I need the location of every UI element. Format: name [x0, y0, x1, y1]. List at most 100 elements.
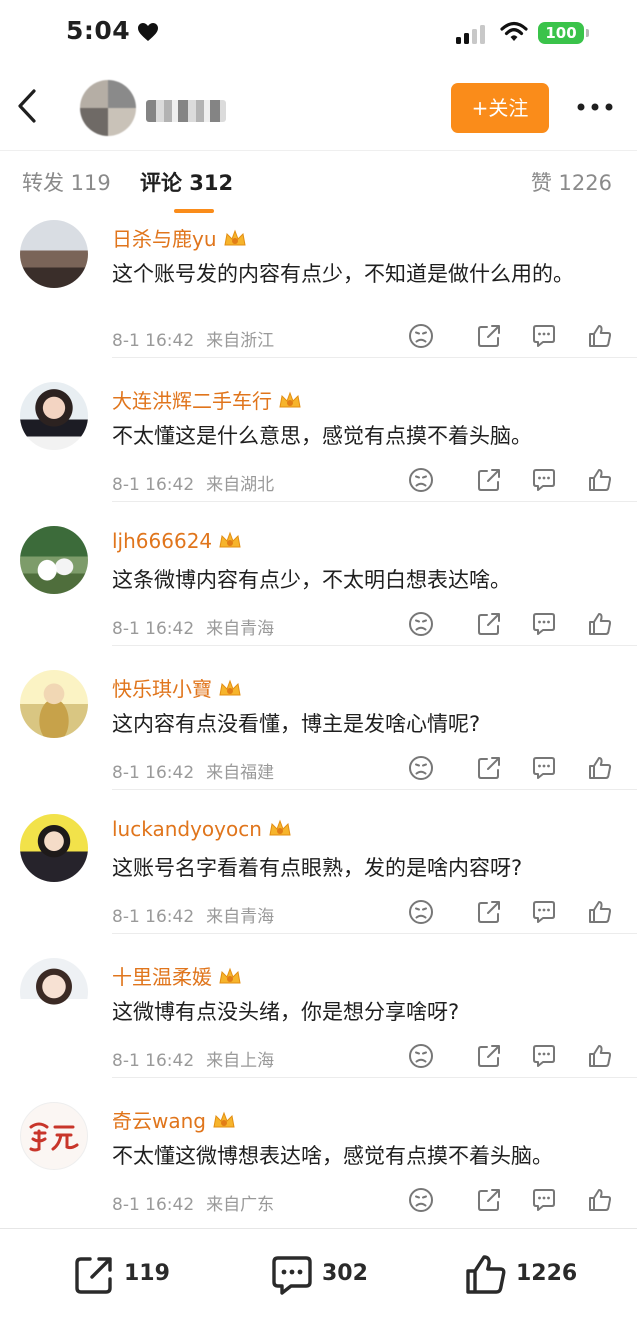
- bottom-action-bar: 119 302 1226: [0, 1228, 637, 1331]
- comment-text: 这个账号发的内容有点少，不知道是做什么用的。: [112, 262, 574, 286]
- repost-count: 119: [124, 1261, 170, 1286]
- vip-crown-icon: [279, 391, 301, 408]
- comment-meta: 8-1 16:42 来自上海: [112, 1046, 274, 1071]
- share-icon[interactable]: [476, 899, 502, 925]
- comment-time: 8-1 16:42: [112, 1051, 195, 1071]
- comment-list[interactable]: 日杀与鹿yu 这个账号发的内容有点少，不知道是做什么用的。 8-1 16:42 来…: [0, 214, 637, 1228]
- dislike-face-icon[interactable]: [408, 467, 434, 493]
- commenter-name[interactable]: 十里温柔媛: [112, 961, 242, 990]
- commenter-avatar[interactable]: [20, 958, 88, 1026]
- comment-icon: [272, 1256, 312, 1295]
- more-icon[interactable]: [575, 92, 615, 122]
- battery-nub: [586, 29, 589, 37]
- share-icon[interactable]: [476, 467, 502, 493]
- comment-location: 来自福建: [206, 763, 275, 783]
- share-icon[interactable]: [476, 1043, 502, 1069]
- comment-text: 这条微博内容有点少，不太明白想表达啥。: [112, 568, 511, 592]
- comment-meta: 8-1 16:42 来自湖北: [112, 470, 274, 495]
- comment-item: 奇云wang 不太懂这微博想表达啥，感觉有点摸不着头脑。 8-1 16:42 来自…: [0, 1078, 637, 1222]
- commenter-name[interactable]: 日杀与鹿yu: [112, 223, 247, 252]
- status-bar: 5:04 100: [0, 0, 637, 66]
- share-icon[interactable]: [476, 611, 502, 637]
- comment-time: 8-1 16:42: [112, 763, 195, 783]
- thumbs-up-icon: [466, 1255, 506, 1294]
- post-tabs: 转发 119 评论 312 赞 1226: [0, 150, 637, 214]
- comment-meta: 8-1 16:42 来自浙江: [112, 326, 274, 351]
- battery-icon: 100: [538, 22, 584, 44]
- status-time: 5:04: [66, 16, 131, 45]
- comment-meta: 8-1 16:42 来自广东: [112, 1190, 274, 1215]
- vip-crown-icon: [219, 531, 241, 548]
- tab-repost[interactable]: 转发 119: [22, 167, 111, 197]
- vip-crown-icon: [223, 229, 246, 246]
- commenter-avatar[interactable]: [20, 220, 88, 288]
- dislike-face-icon[interactable]: [408, 1043, 434, 1069]
- comment-item: 快乐琪小寶 这内容有点没看懂，博主是发啥心情呢? 8-1 16:42 来自福建: [0, 646, 637, 790]
- follow-button[interactable]: +关注: [451, 83, 549, 133]
- reply-icon[interactable]: [531, 1187, 557, 1213]
- comment-location: 来自浙江: [206, 331, 275, 351]
- reply-icon[interactable]: [531, 323, 557, 349]
- commenter-avatar[interactable]: [20, 1102, 88, 1170]
- commenter-avatar[interactable]: [20, 670, 88, 738]
- author-name-redacted[interactable]: [146, 100, 226, 122]
- comment-time: 8-1 16:42: [112, 475, 195, 495]
- comment-time: 8-1 16:42: [112, 907, 195, 927]
- author-avatar[interactable]: [80, 80, 136, 136]
- reply-icon[interactable]: [531, 467, 557, 493]
- back-icon[interactable]: [10, 86, 44, 126]
- commenter-avatar[interactable]: [20, 814, 88, 882]
- seal-logo-icon: [29, 1122, 79, 1152]
- like-icon[interactable]: [587, 611, 613, 637]
- heart-icon: [138, 23, 158, 41]
- cellular-signal-icon: [456, 25, 485, 44]
- like-icon[interactable]: [587, 755, 613, 781]
- comment-meta: 8-1 16:42 来自青海: [112, 614, 274, 639]
- vip-crown-icon: [219, 967, 241, 984]
- comment-text: 这微博有点没头绪，你是想分享啥呀?: [112, 1000, 460, 1024]
- tab-comment[interactable]: 评论 312: [140, 167, 233, 197]
- comment-location: 来自上海: [206, 1051, 275, 1071]
- commenter-name[interactable]: 大连洪辉二手车行: [112, 385, 302, 414]
- dislike-face-icon[interactable]: [408, 755, 434, 781]
- commenter-name[interactable]: ljh666624: [112, 529, 242, 553]
- comment-meta: 8-1 16:42 来自福建: [112, 758, 274, 783]
- comment-location: 来自广东: [206, 1195, 275, 1215]
- like-icon[interactable]: [587, 467, 613, 493]
- share-icon[interactable]: [476, 755, 502, 781]
- reply-icon[interactable]: [531, 1043, 557, 1069]
- comment-text: 不太懂这是什么意思，感觉有点摸不着头脑。: [112, 424, 532, 448]
- comment-time: 8-1 16:42: [112, 619, 195, 639]
- like-icon[interactable]: [587, 1187, 613, 1213]
- post-header: +关注: [0, 66, 637, 150]
- commenter-name[interactable]: luckandyoyocn: [112, 817, 292, 841]
- comment-text: 不太懂这微博想表达啥，感觉有点摸不着头脑。: [112, 1144, 553, 1168]
- reply-icon[interactable]: [531, 755, 557, 781]
- comment-location: 来自湖北: [206, 475, 275, 495]
- dislike-face-icon[interactable]: [408, 1187, 434, 1213]
- dislike-face-icon[interactable]: [408, 611, 434, 637]
- reply-icon[interactable]: [531, 611, 557, 637]
- comment-time: 8-1 16:42: [112, 1195, 195, 1215]
- comment-item: luckandyoyocn 这账号名字看着有点眼熟，发的是啥内容呀? 8-1 1…: [0, 790, 637, 934]
- like-icon[interactable]: [587, 899, 613, 925]
- commenter-avatar[interactable]: [20, 382, 88, 450]
- commenter-name[interactable]: 奇云wang: [112, 1105, 236, 1134]
- share-icon[interactable]: [476, 323, 502, 349]
- reply-icon[interactable]: [531, 899, 557, 925]
- comment-text: 这账号名字看着有点眼熟，发的是啥内容呀?: [112, 856, 523, 880]
- commenter-name[interactable]: 快乐琪小寶: [112, 673, 242, 702]
- comment-item: 大连洪辉二手车行 不太懂这是什么意思，感觉有点摸不着头脑。 8-1 16:42 来…: [0, 358, 637, 502]
- commenter-avatar[interactable]: [20, 526, 88, 594]
- vip-crown-icon: [213, 1111, 235, 1128]
- tab-like[interactable]: 赞 1226: [531, 167, 612, 197]
- comment-item: 日杀与鹿yu 这个账号发的内容有点少，不知道是做什么用的。 8-1 16:42 来…: [0, 214, 637, 358]
- like-icon[interactable]: [587, 1043, 613, 1069]
- share-icon[interactable]: [476, 1187, 502, 1213]
- comment-item: ljh666624 这条微博内容有点少，不太明白想表达啥。 8-1 16:42 来…: [0, 502, 637, 646]
- comment-time: 8-1 16:42: [112, 331, 195, 351]
- like-count: 1226: [516, 1261, 578, 1286]
- like-icon[interactable]: [587, 323, 613, 349]
- dislike-face-icon[interactable]: [408, 323, 434, 349]
- dislike-face-icon[interactable]: [408, 899, 434, 925]
